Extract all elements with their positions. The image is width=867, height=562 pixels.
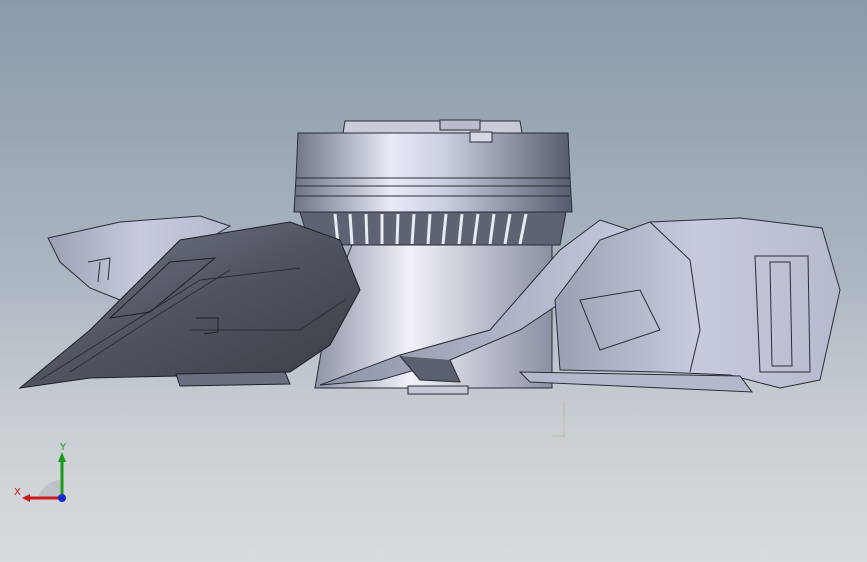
z-axis: [58, 494, 66, 502]
view-triad[interactable]: Y X: [14, 440, 74, 510]
blade-right: [554, 217, 841, 389]
y-axis-label: Y: [59, 442, 67, 453]
fan-model[interactable]: [0, 0, 867, 562]
x-axis-label: X: [14, 487, 21, 498]
motor-housing: [293, 132, 573, 213]
origin-axes-icon: [552, 402, 565, 438]
graphics-viewport[interactable]: Y X: [0, 0, 867, 562]
motor-top-cap: [342, 120, 523, 134]
